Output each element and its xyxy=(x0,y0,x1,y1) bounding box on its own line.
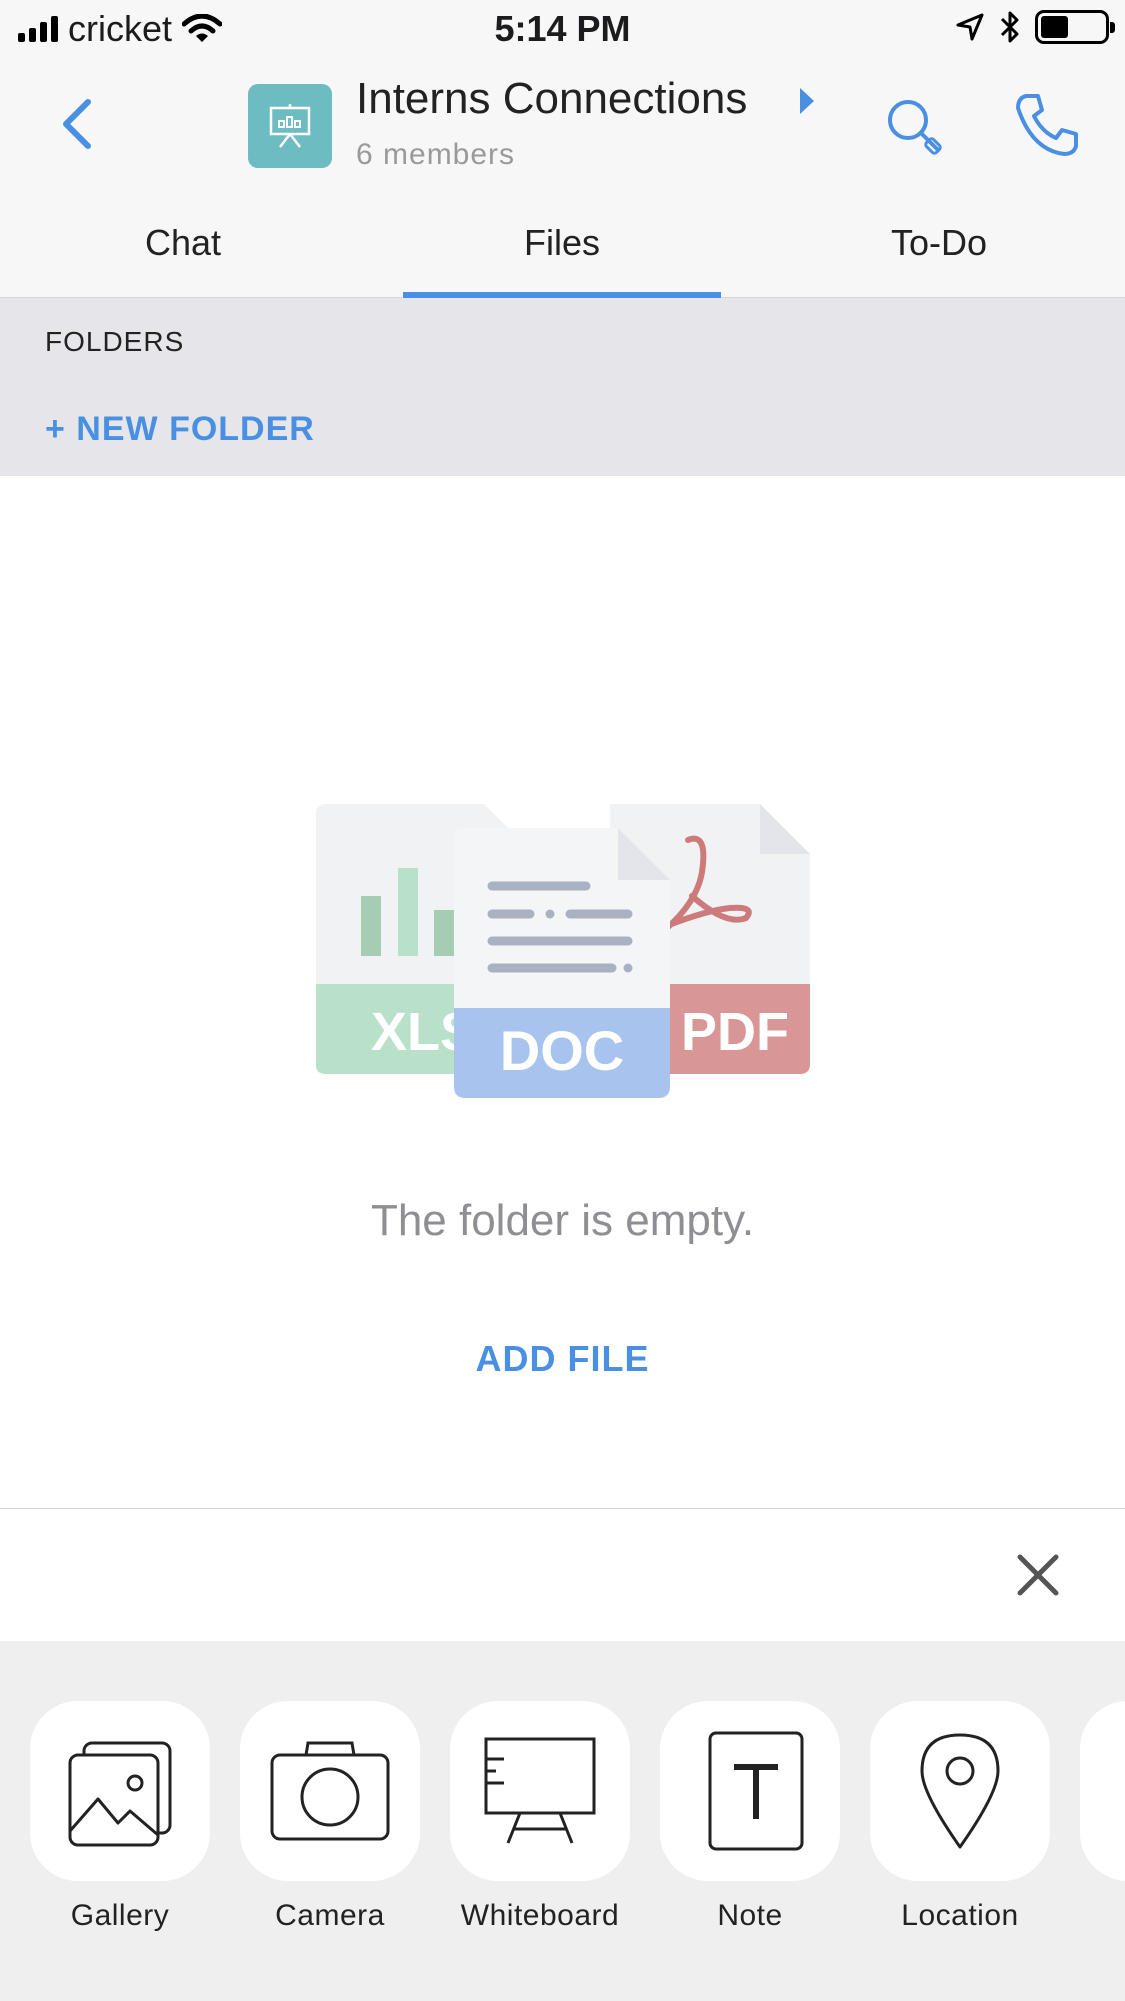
input-strip xyxy=(0,1509,1125,1641)
note-icon xyxy=(708,1731,804,1851)
location-tile[interactable] xyxy=(870,1701,1050,1881)
tab-bar: Chat Files To-Do xyxy=(0,188,1125,298)
partial-tile[interactable] xyxy=(1080,1701,1125,1881)
search-icon xyxy=(888,100,942,155)
doc-file-icon: DOC xyxy=(454,828,670,1098)
chat-header: Interns Connections 6 members xyxy=(0,62,1125,188)
doc-label: DOC xyxy=(500,1019,624,1082)
call-button[interactable] xyxy=(1012,90,1082,160)
tray-label-camera: Camera xyxy=(275,1899,385,1932)
tray-item-note[interactable]: Note xyxy=(660,1701,840,1932)
tray-item-camera[interactable]: Camera xyxy=(240,1701,420,1932)
new-folder-button[interactable]: + NEW FOLDER xyxy=(45,410,315,449)
close-button[interactable] xyxy=(1008,1545,1068,1605)
battery-icon xyxy=(1035,10,1115,44)
attachment-tray: Gallery Camera Whiteboard Note Location xyxy=(0,1641,1125,2001)
close-icon xyxy=(1017,1554,1059,1596)
group-title[interactable]: Interns Connections xyxy=(356,74,747,124)
empty-message: The folder is empty. xyxy=(370,1196,755,1245)
whiteboard-tile[interactable] xyxy=(450,1701,630,1881)
chevron-left-icon xyxy=(63,99,91,149)
caret-right-icon[interactable] xyxy=(796,86,818,116)
file-icon xyxy=(1110,1731,1125,1851)
add-file-button[interactable]: ADD FILE xyxy=(0,1338,1125,1380)
tray-label-note: Note xyxy=(717,1899,783,1932)
whiteboard-icon xyxy=(484,1737,596,1844)
tray-item-location[interactable]: Location xyxy=(870,1701,1050,1932)
empty-files-illustration: XLS PDF DOC xyxy=(316,804,810,1098)
tray-item-partial[interactable] xyxy=(1080,1701,1125,1881)
tray-label-location: Location xyxy=(901,1899,1019,1932)
status-right xyxy=(955,10,1115,44)
back-button[interactable] xyxy=(50,92,110,156)
bluetooth-icon xyxy=(1000,11,1019,43)
camera-tile[interactable] xyxy=(240,1701,420,1881)
search-button[interactable] xyxy=(880,92,950,162)
tab-chat[interactable]: Chat xyxy=(0,188,366,298)
gallery-tile[interactable] xyxy=(30,1701,210,1881)
tray-item-whiteboard[interactable]: Whiteboard xyxy=(450,1701,630,1932)
presentation-icon xyxy=(269,104,311,148)
gallery-icon xyxy=(68,1741,172,1847)
pdf-label: PDF xyxy=(681,1002,789,1062)
tray-item-gallery[interactable]: Gallery xyxy=(30,1701,210,1932)
location-icon xyxy=(920,1733,1000,1849)
location-arrow-icon xyxy=(956,13,984,41)
group-avatar[interactable] xyxy=(248,84,332,168)
camera-icon xyxy=(270,1741,390,1841)
tab-files[interactable]: Files xyxy=(403,188,721,298)
member-count: 6 members xyxy=(356,138,516,171)
tab-todo[interactable]: To-Do xyxy=(756,188,1122,298)
note-tile[interactable] xyxy=(660,1701,840,1881)
tray-label-gallery: Gallery xyxy=(70,1899,170,1932)
folders-section: FOLDERS + NEW FOLDER xyxy=(0,298,1125,476)
status-bar: cricket 5:14 PM xyxy=(0,0,1125,62)
tray-label-whiteboard: Whiteboard xyxy=(460,1899,620,1932)
folders-label: FOLDERS xyxy=(45,326,185,357)
phone-icon xyxy=(1016,94,1078,156)
